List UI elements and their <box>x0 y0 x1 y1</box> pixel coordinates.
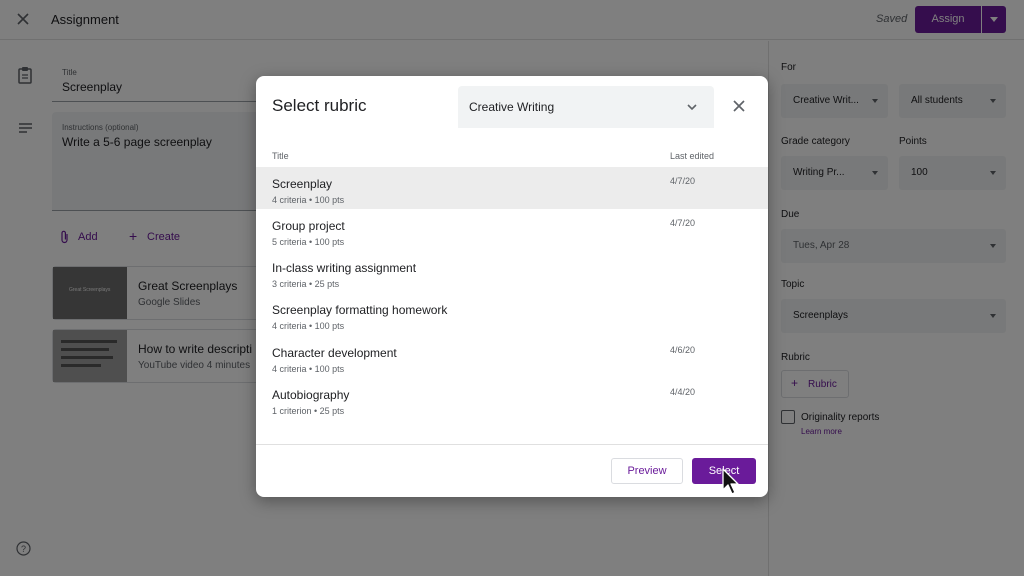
rubric-name: Autobiography <box>272 388 350 402</box>
mouse-cursor-icon <box>722 468 739 495</box>
dialog-title: Select rubric <box>272 96 367 115</box>
rubric-row[interactable]: Autobiography 1 criterion • 25 pts 4/4/2… <box>256 378 768 420</box>
column-header-title: Title <box>272 151 289 161</box>
rubric-name: Character development <box>272 346 397 360</box>
rubric-row[interactable]: Screenplay 4 criteria • 100 pts 4/7/20 <box>256 167 768 209</box>
rubric-meta: 5 criteria • 100 pts <box>272 237 345 247</box>
rubric-row[interactable]: Character development 4 criteria • 100 p… <box>256 336 768 378</box>
rubric-name: Screenplay formatting homework <box>272 303 448 317</box>
rubric-meta: 1 criterion • 25 pts <box>272 406 345 416</box>
rubric-meta: 4 criteria • 100 pts <box>272 321 345 331</box>
rubric-date: 4/4/20 <box>670 387 696 397</box>
rubric-row[interactable]: Group project 5 criteria • 100 pts 4/7/2… <box>256 209 768 251</box>
rubric-date: 4/6/20 <box>670 345 696 355</box>
column-header-last-edited: Last edited <box>670 151 715 161</box>
rubric-row[interactable]: In-class writing assignment 3 criteria •… <box>256 251 768 293</box>
class-filter-value: Creative Writing <box>469 100 555 114</box>
rubric-name: Screenplay <box>272 177 333 191</box>
preview-button[interactable]: Preview <box>611 458 683 484</box>
rubric-meta: 4 criteria • 100 pts <box>272 364 345 374</box>
rubric-row[interactable]: Screenplay formatting homework 4 criteri… <box>256 293 768 335</box>
rubric-meta: 3 criteria • 25 pts <box>272 279 340 289</box>
rubric-meta: 4 criteria • 100 pts <box>272 195 345 205</box>
rubric-date: 4/7/20 <box>670 176 696 186</box>
close-icon[interactable] <box>731 98 747 114</box>
rubric-name: In-class writing assignment <box>272 261 417 275</box>
chevron-down-icon <box>687 104 697 111</box>
rubric-name: Group project <box>272 219 345 233</box>
select-rubric-dialog: Select rubric Creative Writing Title Las… <box>256 76 768 497</box>
class-filter-select[interactable]: Creative Writing <box>458 86 714 128</box>
dialog-footer-divider <box>256 444 768 445</box>
rubric-date: 4/7/20 <box>670 218 696 228</box>
